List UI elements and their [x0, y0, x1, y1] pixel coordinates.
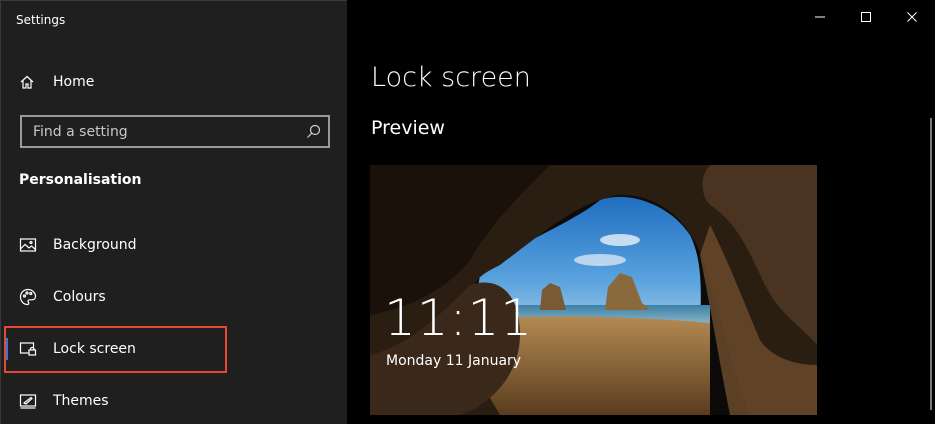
- close-button[interactable]: [889, 0, 935, 34]
- sidebar-item-label: Colours: [53, 289, 106, 305]
- scrollbar[interactable]: [930, 118, 932, 410]
- close-icon: [907, 12, 917, 22]
- app-title: Settings: [16, 13, 66, 27]
- home-label: Home: [53, 74, 95, 90]
- search-input[interactable]: [22, 117, 302, 146]
- palette-icon: [19, 288, 37, 306]
- sidebar-item-colours[interactable]: Colours: [1, 274, 347, 320]
- sidebar: Settings Home Personalisation Background…: [0, 0, 347, 424]
- window-controls: [797, 0, 935, 34]
- page-title: Lock screen: [371, 62, 531, 93]
- minimize-button[interactable]: [797, 0, 843, 34]
- minimize-icon: [815, 16, 825, 18]
- highlight-box: [4, 326, 227, 373]
- sidebar-item-label: Background: [53, 237, 137, 253]
- image-icon: [19, 238, 37, 252]
- search-box[interactable]: [20, 115, 330, 148]
- maximize-icon: [861, 12, 871, 22]
- sidebar-item-label: Themes: [53, 393, 109, 409]
- home-nav-item[interactable]: Home: [19, 71, 94, 93]
- section-title: Personalisation: [19, 172, 142, 188]
- preview-heading: Preview: [371, 117, 445, 139]
- maximize-button[interactable]: [843, 0, 889, 34]
- lock-screen-time: 11:11: [384, 289, 534, 347]
- sidebar-item-background[interactable]: Background: [1, 222, 347, 268]
- sidebar-item-themes[interactable]: Themes: [1, 378, 347, 424]
- themes-icon: [19, 394, 37, 409]
- search-icon[interactable]: [306, 124, 321, 139]
- lock-screen-date: Monday 11 January: [386, 353, 522, 369]
- lock-screen-preview: 11:11 Monday 11 January: [370, 165, 817, 415]
- home-icon: [20, 75, 34, 89]
- main-content: Lock screen Preview 11:11 Monday 11 Janu…: [347, 0, 935, 424]
